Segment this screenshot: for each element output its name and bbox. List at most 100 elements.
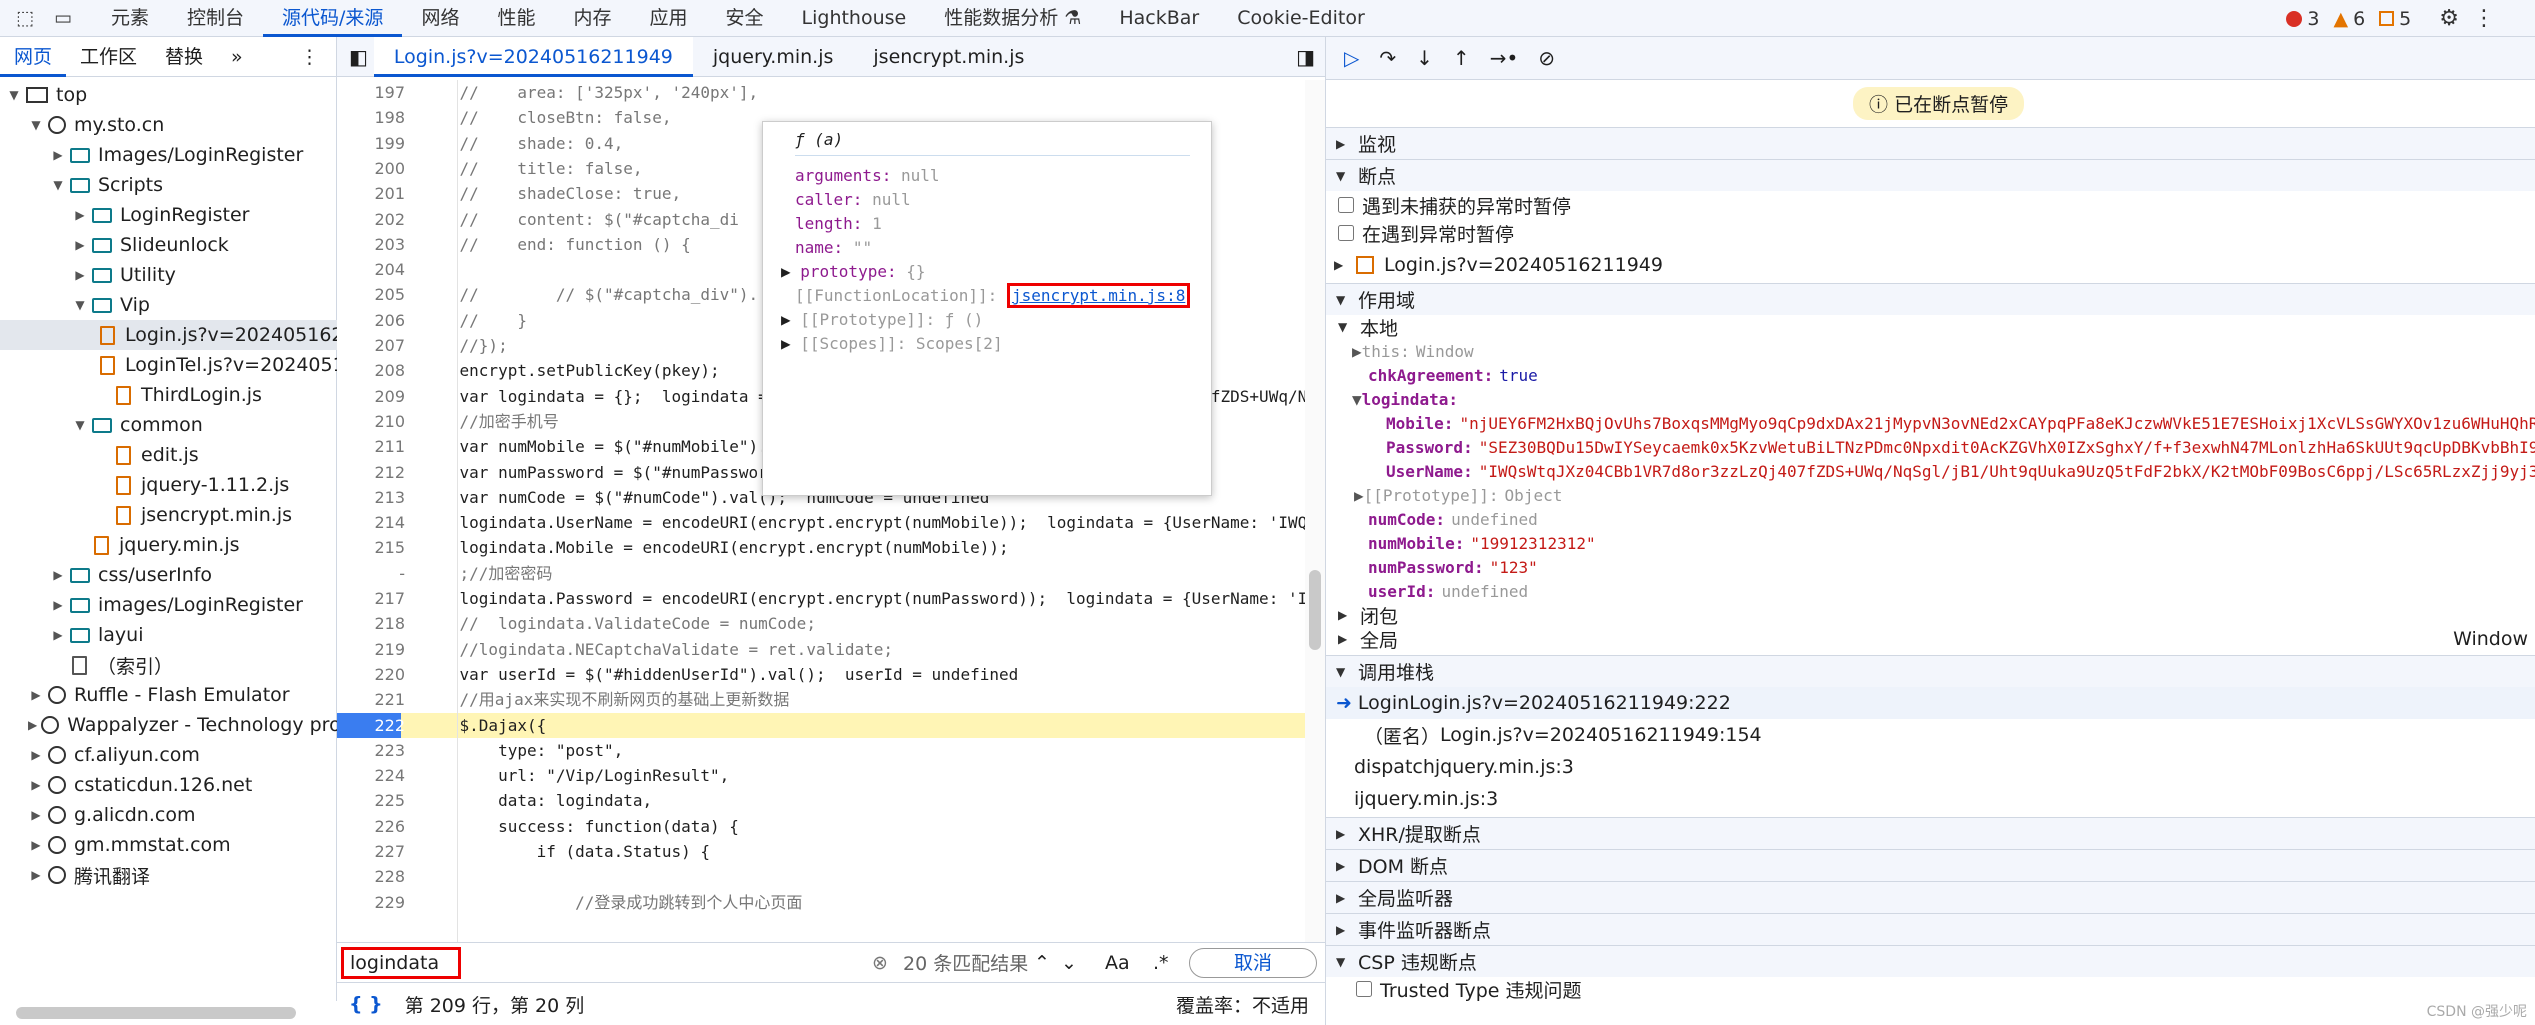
tab-workspace[interactable]: 工作区: [66, 37, 151, 77]
line-number[interactable]: 229: [337, 890, 405, 915]
chevron-down-icon[interactable]: ▼: [28, 118, 44, 132]
breakpoint-option[interactable]: 在遇到异常时暂停: [1326, 219, 2535, 247]
panel-tab[interactable]: HackBar: [1100, 0, 1218, 37]
section-xhr[interactable]: ▶ XHR/提取断点: [1326, 817, 2535, 849]
tree-item[interactable]: LoginTel.js?v=20240516: [0, 350, 337, 380]
tree-item[interactable]: ▶ Utility: [0, 260, 337, 290]
line-number[interactable]: 198: [337, 105, 405, 130]
tree-item[interactable]: ▶ images/LoginRegister: [0, 590, 337, 620]
cancel-search-button[interactable]: 取消: [1189, 947, 1317, 978]
tree-item[interactable]: ThirdLogin.js: [0, 380, 337, 410]
chevron-right-icon[interactable]: ▶: [50, 598, 66, 612]
call-frame[interactable]: ➜ Login Login.js?v=20240516211949:222: [1326, 687, 2535, 719]
chevron-down-icon[interactable]: ▼: [50, 178, 66, 192]
line-number[interactable]: 210: [337, 409, 405, 434]
line-number[interactable]: 211: [337, 434, 405, 459]
line-number[interactable]: 223: [337, 738, 405, 763]
panel-tab[interactable]: Cookie-Editor: [1218, 0, 1384, 37]
line-number[interactable]: 212: [337, 460, 405, 485]
line-number[interactable]: -: [337, 561, 405, 586]
chevron-right-icon[interactable]: ▶: [72, 208, 88, 222]
line-number[interactable]: 203: [337, 232, 405, 257]
tree-item[interactable]: Login.js?v=2024051621: [0, 320, 337, 350]
scope-local[interactable]: ▼ 本地: [1326, 315, 2535, 340]
chevron-right-icon[interactable]: ▶: [28, 778, 44, 792]
tree-item[interactable]: ▼ Scripts: [0, 170, 337, 200]
warning-badge[interactable]: ▲ 6: [2333, 8, 2365, 30]
section-csp[interactable]: ▼ CSP 违规断点: [1326, 945, 2535, 977]
line-number[interactable]: 207: [337, 333, 405, 358]
panel-tab[interactable]: 性能数据分析 ⚗: [925, 0, 1100, 37]
chevron-right-icon[interactable]: ▶: [1336, 923, 1358, 937]
chevron-right-icon[interactable]: ▶: [1336, 891, 1358, 905]
tree-item[interactable]: ▶ Wappalyzer - Technology prof: [0, 710, 337, 740]
tree-item[interactable]: ▶ cstaticdun.126.net: [0, 770, 337, 800]
panel-tab[interactable]: 元素: [92, 0, 168, 37]
tree-item[interactable]: ▶ layui: [0, 620, 337, 650]
chevron-right-icon[interactable]: ▶: [28, 838, 44, 852]
next-match-icon[interactable]: ⌄: [1061, 952, 1077, 974]
panel-tab[interactable]: Lighthouse: [783, 0, 926, 37]
chevron-right-icon[interactable]: ▶: [50, 148, 66, 162]
panel-tab[interactable]: 源代码/来源: [263, 0, 403, 37]
line-number[interactable]: 213: [337, 485, 405, 510]
line-number[interactable]: 217: [337, 586, 405, 611]
navigator-menu-icon[interactable]: ⋮: [300, 46, 319, 68]
line-number[interactable]: 228: [337, 864, 405, 889]
step-icon[interactable]: →•: [1490, 46, 1519, 70]
tree-item[interactable]: ▼ Vip: [0, 290, 337, 320]
inspect-element-icon[interactable]: ⬚: [12, 5, 38, 31]
tree-item[interactable]: ▶ Ruffle - Flash Emulator: [0, 680, 337, 710]
chevron-right-icon[interactable]: ▶: [72, 268, 88, 282]
chevron-right-icon[interactable]: ▶: [1336, 137, 1358, 151]
section-ev[interactable]: ▶ 事件监听器断点: [1326, 913, 2535, 945]
line-number[interactable]: 225: [337, 788, 405, 813]
call-frame[interactable]: i jquery.min.js:3: [1326, 783, 2535, 815]
chevron-down-icon[interactable]: ▼: [1336, 169, 1358, 183]
step-over-icon[interactable]: ↷: [1379, 46, 1396, 70]
line-number[interactable]: 226: [337, 814, 405, 839]
expand-icon[interactable]: ▶: [781, 334, 800, 353]
prev-match-icon[interactable]: ⌃: [1034, 952, 1050, 974]
line-number[interactable]: 204: [337, 257, 405, 282]
chevron-right-icon[interactable]: ▶: [28, 718, 37, 732]
gear-icon[interactable]: ⚙: [2439, 6, 2459, 31]
device-toolbar-icon[interactable]: ▭: [50, 5, 76, 31]
popup-property[interactable]: [[FunctionLocation]]: jsencrypt.min.js:8: [795, 283, 1191, 308]
line-number[interactable]: 222: [337, 713, 405, 738]
chevron-right-icon[interactable]: ▶: [28, 688, 44, 702]
more-tabs-icon[interactable]: »: [217, 37, 257, 77]
tree-item[interactable]: ▶ g.alicdn.com: [0, 800, 337, 830]
tab-overrides[interactable]: 替换: [151, 37, 217, 77]
pause-caught-checkbox[interactable]: [1338, 225, 1354, 241]
line-number[interactable]: 219: [337, 637, 405, 662]
section-scope[interactable]: ▼ 作用域: [1326, 283, 2535, 315]
line-number[interactable]: 214: [337, 510, 405, 535]
call-frame[interactable]: dispatch jquery.min.js:3: [1326, 751, 2535, 783]
function-location-link[interactable]: jsencrypt.min.js:8: [1006, 283, 1191, 308]
panel-tab[interactable]: 网络: [402, 0, 478, 37]
editor-tab-jquery[interactable]: jquery.min.js: [693, 37, 854, 77]
section-watch[interactable]: ▶ 监视: [1326, 127, 2535, 159]
more-menu-icon[interactable]: ⋮: [2473, 6, 2495, 31]
tree-item[interactable]: ▼ top: [0, 80, 337, 110]
tree-item[interactable]: ▶ 腾讯翻译: [0, 860, 337, 890]
clear-search-icon[interactable]: ⊗: [872, 952, 888, 974]
editor-vertical-scrollbar[interactable]: [1305, 80, 1325, 950]
chevron-right-icon[interactable]: ▶: [1336, 859, 1358, 873]
chevron-right-icon[interactable]: ▶: [72, 238, 88, 252]
line-number[interactable]: 220: [337, 662, 405, 687]
regex-button[interactable]: .*: [1153, 952, 1169, 974]
scope-closure[interactable]: ▶ 闭包: [1326, 603, 2535, 628]
tree-item[interactable]: jquery.min.js: [0, 530, 337, 560]
scope-global[interactable]: ▶ 全局 Window: [1326, 627, 2535, 652]
line-number[interactable]: 224: [337, 763, 405, 788]
line-number[interactable]: 199: [337, 131, 405, 156]
panel-tab[interactable]: 性能: [478, 0, 554, 37]
search-input[interactable]: logindata: [350, 952, 439, 974]
chevron-right-icon[interactable]: ▶: [50, 628, 66, 642]
chevron-down-icon[interactable]: ▼: [1336, 293, 1358, 307]
breakpoint-file[interactable]: ▶ Login.js?v=20240516211949: [1326, 249, 2535, 281]
chevron-right-icon[interactable]: ▶: [1336, 827, 1358, 841]
chevron-right-icon[interactable]: ▶: [28, 748, 44, 762]
